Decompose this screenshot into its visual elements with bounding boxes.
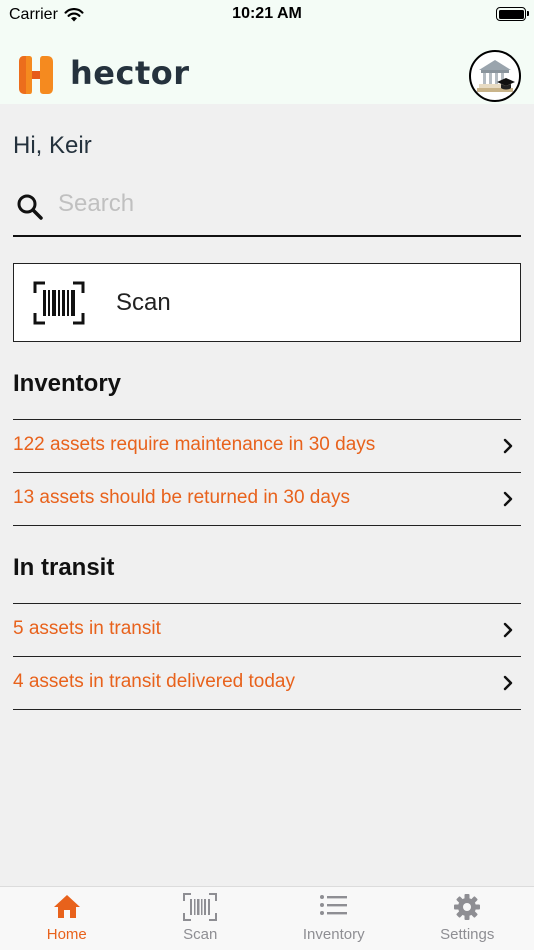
hector-logo-icon: [19, 56, 53, 94]
tab-label: Settings: [440, 926, 495, 943]
tab-label: Home: [46, 926, 87, 943]
app-header: hector: [0, 34, 534, 104]
in-transit-row[interactable]: 5 assets in transit: [13, 603, 521, 656]
row-label: 122 assets require maintenance in 30 day…: [13, 434, 376, 455]
scan-button[interactable]: Scan: [13, 263, 521, 342]
home-icon: [53, 895, 80, 918]
tab-scan[interactable]: Scan: [134, 887, 268, 950]
tab-bar: Home Scan Inventory Settings: [0, 886, 534, 950]
battery-icon: [496, 7, 529, 21]
search-input[interactable]: [58, 186, 498, 222]
logo-text: hector: [70, 54, 190, 92]
delivered-today-row[interactable]: 4 assets in transit delivered today: [13, 656, 521, 710]
search-bar: [13, 178, 521, 237]
search-icon: [17, 194, 43, 220]
tab-settings[interactable]: Settings: [401, 887, 534, 950]
chevron-right-icon: [503, 491, 513, 507]
in-transit-section-title: In transit: [13, 554, 115, 581]
status-time: 10:21 AM: [232, 5, 302, 22]
chevron-right-icon: [503, 675, 513, 691]
greeting-text: Hi, Keir: [13, 132, 92, 159]
barcode-icon: [183, 893, 218, 921]
row-label: 13 assets should be returned in 30 days: [13, 487, 350, 508]
scan-label: Scan: [116, 289, 171, 316]
row-label: 5 assets in transit: [13, 618, 161, 639]
tab-inventory[interactable]: Inventory: [267, 887, 401, 950]
inventory-return-row[interactable]: 13 assets should be returned in 30 days: [13, 472, 521, 526]
university-graduation-icon: [477, 60, 515, 92]
gear-icon: [454, 894, 481, 920]
row-label: 4 assets in transit delivered today: [13, 671, 295, 692]
tab-label: Inventory: [302, 926, 365, 943]
chevron-right-icon: [503, 438, 513, 454]
status-bar: Carrier 10:21 AM: [0, 0, 534, 34]
list-icon: [319, 895, 347, 915]
tab-home[interactable]: Home: [0, 887, 134, 950]
inventory-section-title: Inventory: [13, 370, 122, 397]
barcode-scan-icon: [33, 281, 85, 325]
tab-label: Scan: [183, 926, 218, 943]
chevron-right-icon: [503, 622, 513, 638]
app-logo: hector: [18, 54, 190, 96]
profile-avatar-button[interactable]: [469, 50, 521, 102]
inventory-maintenance-row[interactable]: 122 assets require maintenance in 30 day…: [13, 419, 521, 472]
